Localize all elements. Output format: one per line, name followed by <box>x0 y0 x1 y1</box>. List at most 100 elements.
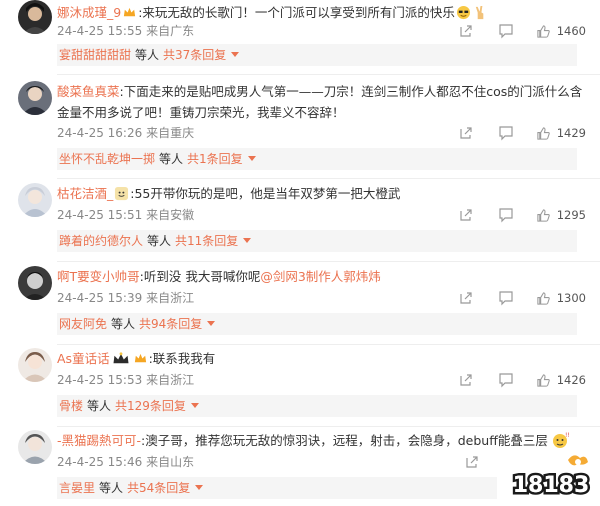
reply-total[interactable]: 共11条回复 <box>175 234 238 248</box>
avatar[interactable] <box>18 81 52 115</box>
reply-user[interactable]: 蹲着的约德尔人 <box>59 234 143 248</box>
reply-summary[interactable]: 蹲着的约德尔人 等人 共11条回复 <box>57 230 577 252</box>
comment-text: :澳子哥，推荐您玩无敌的惊羽诀，远程，射击，会隐身，debuff能叠三层 <box>141 433 548 448</box>
share-icon[interactable] <box>458 125 476 141</box>
like-button[interactable]: 1300 <box>536 291 586 306</box>
emoji-sticker-icon: !! <box>552 432 570 448</box>
reply-summary[interactable]: 宴甜甜甜甜甜 等人 共37条回复 <box>57 44 577 66</box>
username-link[interactable]: 枯花洁酒_ <box>57 186 113 201</box>
share-icon[interactable] <box>458 290 476 306</box>
share-icon[interactable] <box>458 23 476 39</box>
comment-actions: 1295 <box>436 206 586 224</box>
reply-user[interactable]: 坐怀不乱乾坤一掷 <box>59 152 155 166</box>
like-count: 1295 <box>556 208 586 222</box>
crown-badge-icon <box>134 353 146 363</box>
comment-body: 啊T要变小帅哥:听到没 我大哥喊你呢@剑网3制作人郭炜炜 <box>57 267 381 287</box>
reply-mid: 等人 <box>87 399 112 413</box>
reply-total[interactable]: 共54条回复 <box>127 481 190 495</box>
like-button[interactable]: 1295 <box>536 208 586 223</box>
avatar[interactable] <box>18 0 52 34</box>
like-count: 1300 <box>556 291 586 305</box>
reply-mid: 等人 <box>111 317 136 331</box>
reply-user[interactable]: 网友阿免 <box>59 317 107 331</box>
username-link[interactable]: 啊T要变小帅哥 <box>57 269 140 284</box>
reply-user[interactable]: 言晏里 <box>59 481 95 495</box>
comment-date: 24-4-25 16:26 <box>57 126 143 140</box>
avatar[interactable] <box>18 430 52 464</box>
comment-meta: 24-4-25 15:39 来自浙江 <box>57 289 194 307</box>
username-link[interactable]: 娜沐成瑾_9 <box>57 5 121 20</box>
comment-icon[interactable] <box>498 290 516 306</box>
chevron-down-icon <box>207 321 216 326</box>
comment-date: 24-4-25 15:55 <box>57 24 143 38</box>
comment-icon[interactable] <box>498 207 516 223</box>
comment-actions <box>442 453 482 471</box>
divider <box>57 426 600 427</box>
avatar[interactable] <box>18 348 52 382</box>
like-icon <box>537 291 550 305</box>
comment-icon[interactable] <box>498 372 516 388</box>
watermark-text: 18183 <box>513 473 590 498</box>
comment-body: As童话话 :联系我我有 <box>57 349 215 369</box>
reply-total[interactable]: 共1条回复 <box>187 152 243 166</box>
reply-mid: 等人 <box>99 481 124 495</box>
reply-total[interactable]: 共94条回复 <box>139 317 202 331</box>
reply-user[interactable]: 宴甜甜甜甜甜 <box>59 48 131 62</box>
share-icon[interactable] <box>464 454 482 470</box>
avatar[interactable] <box>18 266 52 300</box>
comment-location: 来自重庆 <box>146 126 195 140</box>
share-icon[interactable] <box>458 207 476 223</box>
comment-location: 来自浙江 <box>146 373 195 387</box>
like-button[interactable]: 1429 <box>536 126 586 141</box>
comment-text: :下面走来的是贴吧成男人气第一——刀宗！连剑三制作人都忍不住cos的门派什么含 <box>119 84 583 99</box>
reply-total[interactable]: 共37条回复 <box>163 48 226 62</box>
like-icon <box>537 373 550 387</box>
reply-total[interactable]: 共129条回复 <box>115 399 186 413</box>
reply-summary[interactable]: 坐怀不乱乾坤一掷 等人 共1条回复 <box>57 148 577 170</box>
comment-actions: 1460 <box>436 22 586 40</box>
emoji-sticker-icon <box>115 186 129 201</box>
comment-location: 来自安徽 <box>146 208 195 222</box>
username-link[interactable]: As童话话 <box>57 351 110 366</box>
svg-text:!!: !! <box>565 432 570 439</box>
comment-actions: 1300 <box>436 289 586 307</box>
comment-meta: 24-4-25 16:26 来自重庆 <box>57 124 194 142</box>
reply-summary[interactable]: 言晏里 等人 共54条回复 <box>57 477 497 499</box>
like-button[interactable]: 1426 <box>536 373 586 388</box>
like-button[interactable]: 1460 <box>536 24 586 39</box>
chevron-down-icon <box>190 403 199 408</box>
crown-badge-icon <box>113 352 129 364</box>
divider <box>57 261 600 262</box>
reply-summary[interactable]: 网友阿免 等人 共94条回复 <box>57 313 577 335</box>
comment-location: 来自浙江 <box>146 291 195 305</box>
comment-icon[interactable] <box>498 23 516 39</box>
username-link[interactable]: 酸菜鱼真菜 <box>57 84 120 99</box>
divider <box>57 178 600 179</box>
chevron-down-icon <box>231 52 240 57</box>
divider <box>57 74 600 75</box>
comment-meta: 24-4-25 15:53 来自浙江 <box>57 371 194 389</box>
cool-emoji-icon <box>456 5 470 20</box>
like-count: 1460 <box>556 24 586 38</box>
comment-date: 24-4-25 15:53 <box>57 373 143 387</box>
reply-mid: 等人 <box>147 234 172 248</box>
comment-meta: 24-4-25 15:46 来自山东 <box>57 453 194 471</box>
mention-link[interactable]: @剑网3制作人郭炜炜 <box>260 269 380 284</box>
comment-text: :联系我我有 <box>148 351 216 366</box>
watermark-logo: 18183 18183 <box>508 452 594 502</box>
comment-text: :听到没 我大哥喊你呢 <box>139 269 261 284</box>
comment-date: 24-4-25 15:46 <box>57 455 143 469</box>
comment-text: :来玩无敌的长歌门！一个门派可以享受到所有门派的快乐 <box>138 5 455 20</box>
reply-summary[interactable]: 骨楼 等人 共129条回复 <box>57 395 577 417</box>
comment-meta: 24-4-25 15:55 来自广东 <box>57 22 194 40</box>
reply-user[interactable]: 骨楼 <box>59 399 83 413</box>
share-icon[interactable] <box>458 372 476 388</box>
avatar[interactable] <box>18 183 52 217</box>
comment-body: 酸菜鱼真菜:下面走来的是贴吧成男人气第一——刀宗！连剑三制作人都忍不住cos的门… <box>57 82 582 102</box>
comment-body: -黑猫踢熱可可-:澳子哥，推荐您玩无敌的惊羽诀，远程，射击，会隐身，debuff… <box>57 431 572 451</box>
divider <box>57 344 600 345</box>
username-link[interactable]: -黑猫踢熱可可- <box>57 433 141 448</box>
comment-actions: 1429 <box>436 124 586 142</box>
chevron-down-icon <box>243 238 252 243</box>
comment-icon[interactable] <box>498 125 516 141</box>
